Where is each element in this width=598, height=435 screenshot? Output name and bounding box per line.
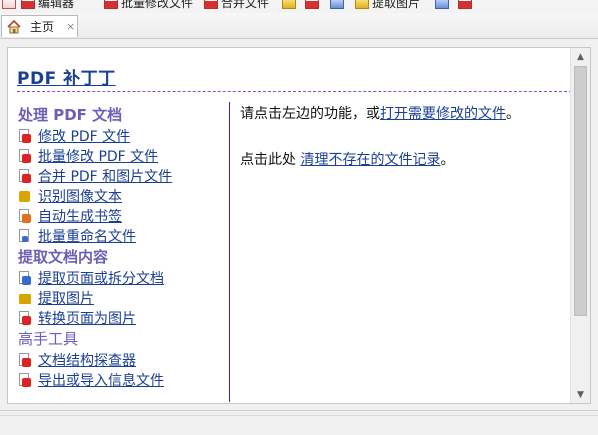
column-divider [229, 102, 230, 402]
status-divider [0, 415, 598, 416]
ocr-icon [18, 189, 32, 204]
split-icon [18, 270, 32, 286]
pdf-icon [21, 0, 35, 9]
page-to-image-icon [18, 310, 32, 326]
pdf-edit-icon [18, 128, 32, 144]
toolbar-rename-button[interactable] [330, 0, 347, 10]
link-extract-images[interactable]: 提取图片 [18, 288, 230, 308]
bookmark-icon [18, 208, 32, 224]
toolbar-label: 编辑器 [38, 0, 75, 10]
toolbar-editor-button[interactable]: 编辑器 [2, 0, 74, 10]
open-file-link[interactable]: 打开需要修改的文件 [380, 106, 506, 122]
section-heading: 处理 PDF 文档 [18, 106, 123, 124]
tool-icon [435, 0, 449, 9]
rename-icon [18, 228, 32, 244]
toolbar-label: 提取图片 [372, 0, 421, 10]
title-divider [17, 91, 572, 92]
link-merge-pdf-images[interactable]: 合并 PDF 和图片文件 [18, 166, 230, 186]
home-page: PDF 补丁丁 处理 PDF 文档 修改 PDF 文件 批量修改 PDF 文件 … [7, 47, 591, 404]
toolbar-merge-button[interactable]: 合并文件 [204, 0, 269, 10]
link-label[interactable]: 转换页面为图片 [38, 308, 136, 328]
link-label[interactable]: 文档结构探查器 [38, 350, 136, 370]
link-label[interactable]: 批量重命名文件 [38, 226, 136, 246]
toolbar: 编辑器 批量修改文件 合并文件 提取图片 [0, 0, 598, 14]
bookmark-icon [305, 0, 319, 9]
toolbar-bookmark-button[interactable] [305, 0, 322, 10]
link-auto-bookmark[interactable]: 自动生成书签 [18, 206, 230, 226]
vertical-scrollbar[interactable]: ▲ ▼ [570, 48, 590, 403]
instruction-text: 请点击左边的功能，或 [240, 106, 380, 122]
pdf-merge-icon [18, 168, 32, 184]
link-label[interactable]: 修改 PDF 文件 [38, 126, 130, 146]
ocr-icon [282, 0, 296, 9]
link-label[interactable]: 导出或导入信息文件 [38, 370, 164, 390]
scrollbar-thumb[interactable] [574, 66, 587, 316]
tab-label: 主页 [30, 20, 55, 34]
link-modify-pdf[interactable]: 修改 PDF 文件 [18, 126, 230, 146]
link-label[interactable]: 提取图片 [38, 288, 94, 308]
home-icon [6, 19, 22, 35]
instruction-text: 。 [440, 152, 455, 168]
page-title: PDF 补丁丁 [17, 69, 116, 89]
link-page-to-image[interactable]: 转换页面为图片 [18, 308, 230, 328]
close-icon[interactable]: × [66, 20, 75, 33]
export-icon [458, 0, 472, 9]
tab-home[interactable]: 主页 × [1, 15, 78, 37]
instruction-text: 点击此处 [240, 152, 301, 168]
link-label[interactable]: 合并 PDF 和图片文件 [38, 166, 172, 186]
clean-records-link[interactable]: 清理不存在的文件记录 [300, 152, 440, 168]
link-import-export-info[interactable]: 导出或导入信息文件 [18, 370, 230, 390]
toolbar-label: 批量修改文件 [121, 0, 194, 10]
tab-bar: 主页 × [0, 13, 598, 39]
merge-icon [204, 0, 218, 9]
scroll-up-icon[interactable]: ▲ [571, 48, 590, 65]
scroll-down-icon[interactable]: ▼ [571, 386, 590, 403]
link-ocr[interactable]: 识别图像文本 [18, 186, 230, 206]
toolbar-label: 合并文件 [221, 0, 270, 10]
section-heading: 高手工具 [18, 330, 79, 348]
batch-edit-icon [104, 0, 118, 9]
link-label[interactable]: 自动生成书签 [38, 206, 122, 226]
editor-icon [2, 0, 16, 9]
image-icon [18, 291, 32, 306]
link-label[interactable]: 识别图像文本 [38, 186, 122, 206]
rename-icon [330, 0, 344, 9]
link-batch-rename[interactable]: 批量重命名文件 [18, 226, 230, 246]
instruction-text: 。 [506, 106, 520, 122]
link-batch-modify-pdf[interactable]: 批量修改 PDF 文件 [18, 146, 230, 166]
pdf-batch-icon [18, 148, 32, 164]
link-label[interactable]: 提取页面或拆分文档 [38, 268, 164, 288]
toolbar-extract-image-button[interactable]: 提取图片 [355, 0, 420, 10]
section-heading: 提取文档内容 [18, 248, 109, 266]
instruction-line-clean: 点击此处 清理不存在的文件记录。 [240, 150, 570, 170]
toolbar-export-button[interactable] [458, 0, 475, 10]
toolbar-batch-edit-button[interactable]: 批量修改文件 [104, 0, 193, 10]
function-list: 处理 PDF 文档 修改 PDF 文件 批量修改 PDF 文件 合并 PDF 和… [18, 104, 230, 390]
instruction-line-open: 请点击左边的功能，或打开需要修改的文件。 [240, 104, 570, 124]
status-bar [0, 410, 598, 435]
extract-image-icon [355, 0, 369, 9]
link-label[interactable]: 批量修改 PDF 文件 [38, 146, 158, 166]
inspector-icon [18, 352, 32, 368]
toolbar-ocr-button[interactable] [282, 0, 299, 10]
instructions: 请点击左边的功能，或打开需要修改的文件。 点击此处 清理不存在的文件记录。 [240, 104, 570, 170]
link-structure-inspector[interactable]: 文档结构探查器 [18, 350, 230, 370]
toolbar-tool-button[interactable] [435, 0, 452, 10]
import-export-icon [18, 372, 32, 388]
link-extract-pages[interactable]: 提取页面或拆分文档 [18, 268, 230, 288]
